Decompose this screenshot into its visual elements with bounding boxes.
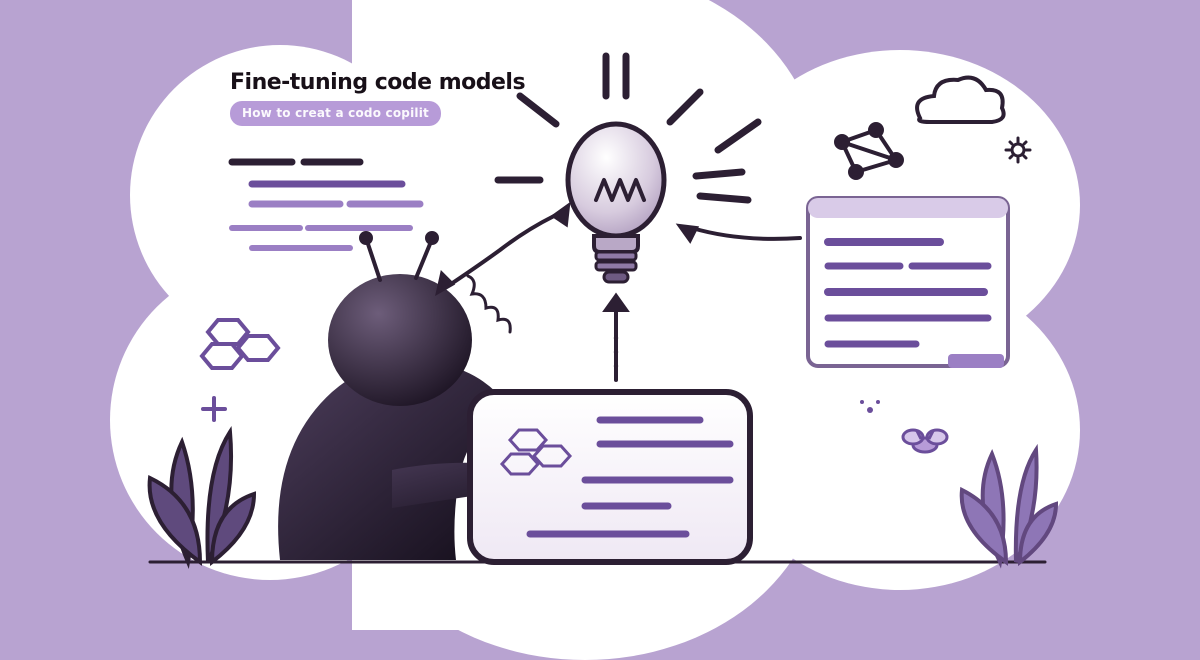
hexagon-cluster-icon [202, 320, 278, 368]
antenna-icon [361, 233, 437, 280]
illustration-svg [0, 0, 1200, 630]
plant-right-icon [962, 450, 1056, 562]
plus-icon [203, 398, 225, 420]
molecule-icon [836, 124, 902, 178]
sparkle-icon [860, 400, 880, 413]
bee-icon [903, 430, 947, 452]
code-block-left [232, 162, 420, 248]
plant-left-icon [150, 432, 254, 562]
hero-illustration: Fine-tuning code models How to creat a c… [0, 0, 1200, 630]
cloud-icon [917, 78, 1004, 122]
code-panel-right [808, 198, 1008, 368]
gear-icon [1006, 138, 1030, 162]
lightbulb-icon [568, 124, 664, 282]
tablet-screen [470, 392, 750, 562]
